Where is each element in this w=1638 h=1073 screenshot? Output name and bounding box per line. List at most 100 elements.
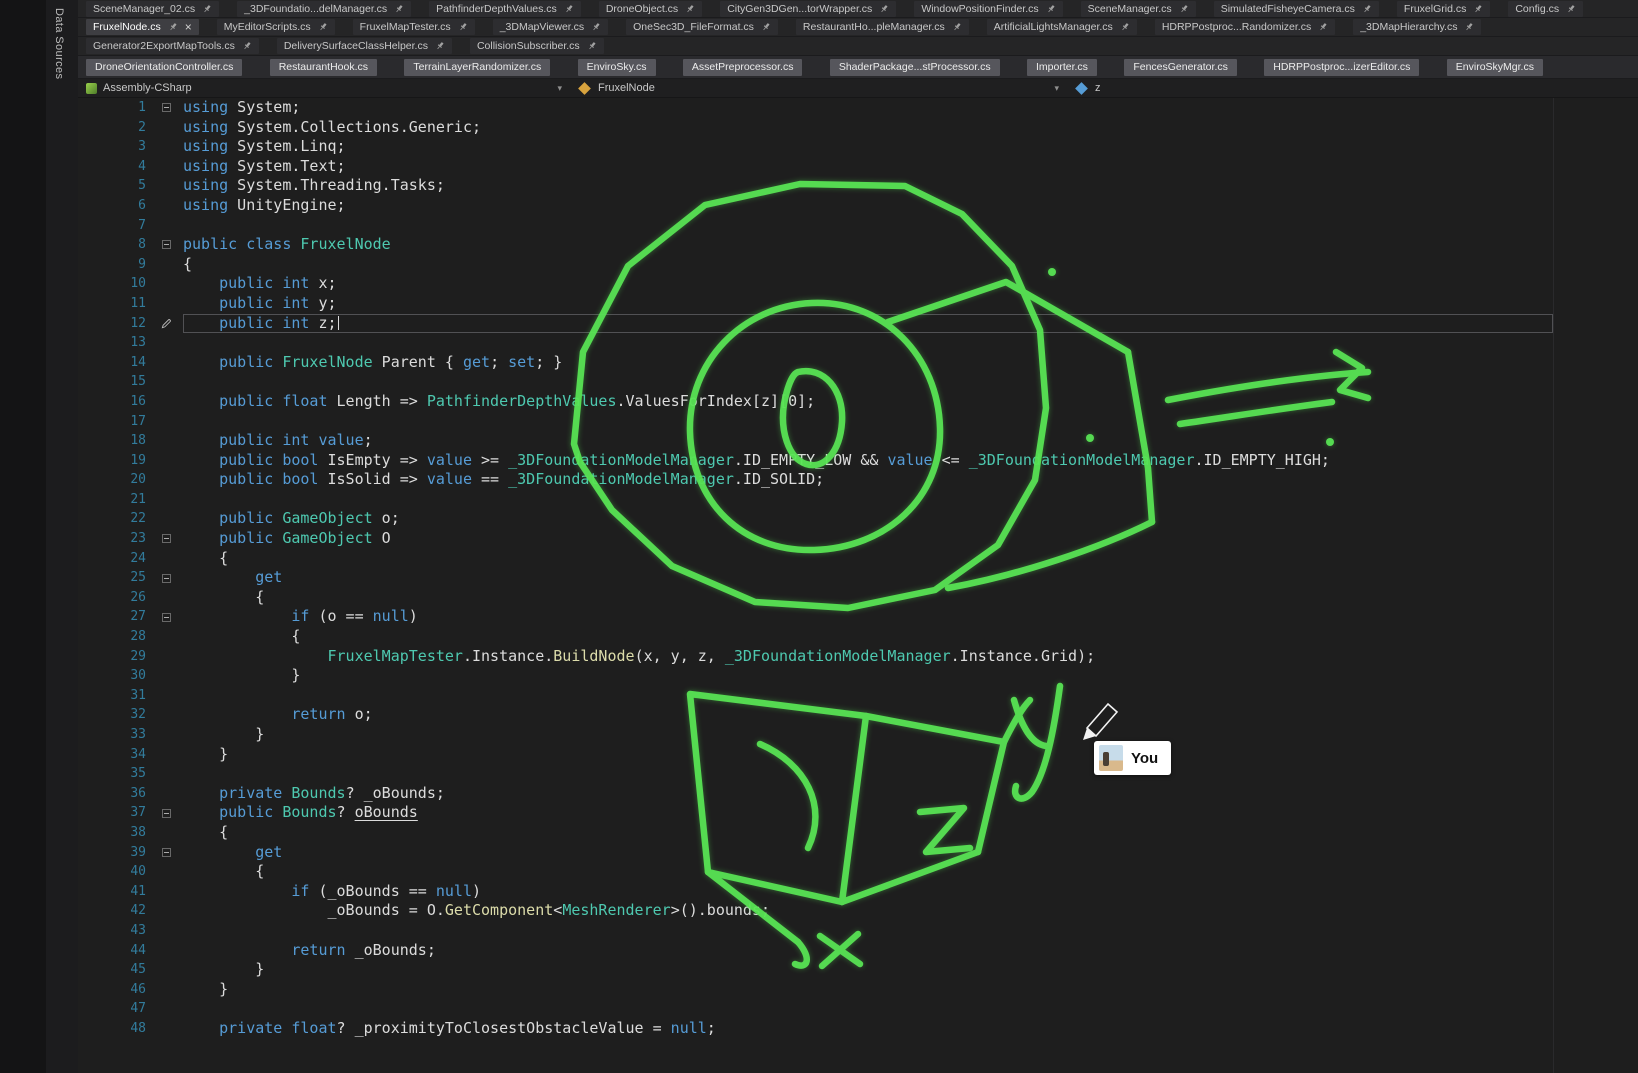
code-text[interactable]: [183, 372, 1553, 392]
code-text[interactable]: {: [183, 627, 1553, 647]
code-line-37[interactable]: 37 public Bounds? oBounds: [78, 803, 1553, 823]
tab-droneobject-cs[interactable]: DroneObject.cs: [599, 1, 702, 17]
code-text[interactable]: }: [183, 960, 1553, 980]
tool-tab-data-sources[interactable]: Data Sources: [50, 6, 68, 81]
tab-onesec3d-fileformat-cs[interactable]: OneSec3D_FileFormat.cs: [626, 19, 778, 35]
code-text[interactable]: public FruxelNode Parent { get; set; }: [183, 353, 1553, 373]
code-text[interactable]: private Bounds? _oBounds;: [183, 784, 1553, 804]
pin-icon[interactable]: [1464, 22, 1474, 32]
code-text[interactable]: }: [183, 725, 1553, 745]
tab-importer-cs[interactable]: Importer.cs: [1027, 59, 1097, 76]
tab-myeditorscripts-cs[interactable]: MyEditorScripts.cs: [217, 19, 335, 35]
code-line-5[interactable]: 5using System.Threading.Tasks;: [78, 176, 1553, 196]
tab-restaurantho-plemanager-cs[interactable]: RestaurantHo...pleManager.cs: [796, 19, 969, 35]
fold-collapse-icon[interactable]: [162, 613, 171, 622]
code-text[interactable]: using System.Threading.Tasks;: [183, 176, 1553, 196]
tab-3dfoundatio-delmanager-cs[interactable]: _3DFoundatio...delManager.cs: [237, 1, 411, 17]
code-line-22[interactable]: 22 public GameObject o;: [78, 509, 1553, 529]
tab-droneorientationcontroller-cs[interactable]: DroneOrientationController.cs: [86, 59, 242, 76]
code-line-39[interactable]: 39 get: [78, 843, 1553, 863]
code-text[interactable]: using System.Collections.Generic;: [183, 118, 1553, 138]
code-line-18[interactable]: 18 public int value;: [78, 431, 1553, 451]
code-line-26[interactable]: 26 {: [78, 588, 1553, 608]
code-line-41[interactable]: 41 if (_oBounds == null): [78, 882, 1553, 902]
code-text[interactable]: public int value;: [183, 431, 1553, 451]
pin-icon[interactable]: [1120, 22, 1130, 32]
tab-collisionsubscriber-cs[interactable]: CollisionSubscriber.cs: [470, 38, 604, 54]
tab-assetpreprocessor-cs[interactable]: AssetPreprocessor.cs: [683, 59, 803, 76]
code-text[interactable]: [183, 764, 1553, 784]
code-line-11[interactable]: 11 public int y;: [78, 294, 1553, 314]
code-line-10[interactable]: 10 public int x;: [78, 274, 1553, 294]
code-line-19[interactable]: 19 public bool IsEmpty => value >= _3DFo…: [78, 451, 1553, 471]
code-text[interactable]: public float Length => PathfinderDepthVa…: [183, 392, 1553, 412]
code-text[interactable]: using UnityEngine;: [183, 196, 1553, 216]
pin-icon[interactable]: [1473, 4, 1483, 14]
code-line-1[interactable]: 1using System;: [78, 98, 1553, 118]
fold-collapse-icon[interactable]: [162, 809, 171, 818]
tab-terrainlayerrandomizer-cs[interactable]: TerrainLayerRandomizer.cs: [404, 59, 550, 76]
tab-artificiallightsmanager-cs[interactable]: ArtificialLightsManager.cs: [987, 19, 1137, 35]
code-line-23[interactable]: 23 public GameObject O: [78, 529, 1553, 549]
code-text[interactable]: get: [183, 843, 1553, 863]
code-line-7[interactable]: 7: [78, 216, 1553, 236]
code-text[interactable]: [183, 686, 1553, 706]
pin-icon[interactable]: [318, 22, 328, 32]
code-line-46[interactable]: 46 }: [78, 980, 1553, 1000]
tab-fruxelnode-cs[interactable]: FruxelNode.cs×: [86, 19, 199, 35]
tab-fruxelgrid-cs[interactable]: FruxelGrid.cs: [1397, 1, 1490, 17]
code-line-25[interactable]: 25 get: [78, 568, 1553, 588]
code-text[interactable]: {: [183, 255, 1553, 275]
tab-3dmapviewer-cs[interactable]: _3DMapViewer.cs: [493, 19, 608, 35]
pin-icon[interactable]: [1566, 4, 1576, 14]
code-line-32[interactable]: 32 return o;: [78, 705, 1553, 725]
code-line-20[interactable]: 20 public bool IsSolid => value == _3DFo…: [78, 470, 1553, 490]
pin-icon[interactable]: [435, 41, 445, 51]
code-line-28[interactable]: 28 {: [78, 627, 1553, 647]
code-line-47[interactable]: 47: [78, 999, 1553, 1019]
code-text[interactable]: {: [183, 823, 1553, 843]
code-line-40[interactable]: 40 {: [78, 862, 1553, 882]
fold-collapse-icon[interactable]: [162, 534, 171, 543]
pin-icon[interactable]: [685, 4, 695, 14]
code-text[interactable]: public GameObject o;: [183, 509, 1553, 529]
code-text[interactable]: public Bounds? oBounds: [183, 803, 1553, 823]
code-line-31[interactable]: 31: [78, 686, 1553, 706]
code-text[interactable]: using System.Text;: [183, 157, 1553, 177]
pin-icon[interactable]: [1318, 22, 1328, 32]
code-line-14[interactable]: 14 public FruxelNode Parent { get; set; …: [78, 353, 1553, 373]
code-text[interactable]: if (o == null): [183, 607, 1553, 627]
code-line-17[interactable]: 17: [78, 412, 1553, 432]
fold-gutter[interactable]: [150, 529, 183, 549]
code-text[interactable]: }: [183, 666, 1553, 686]
code-text[interactable]: public int x;: [183, 274, 1553, 294]
fold-gutter[interactable]: [150, 607, 183, 627]
fold-gutter[interactable]: [150, 568, 183, 588]
close-icon[interactable]: ×: [185, 21, 192, 33]
code-line-15[interactable]: 15: [78, 372, 1553, 392]
code-text[interactable]: using System.Linq;: [183, 137, 1553, 157]
tab-scenemanager-cs[interactable]: SceneManager.cs: [1081, 1, 1196, 17]
code-text[interactable]: }: [183, 745, 1553, 765]
code-line-44[interactable]: 44 return _oBounds;: [78, 941, 1553, 961]
code-line-35[interactable]: 35: [78, 764, 1553, 784]
tab-hdrppostproc-izereditor-cs[interactable]: HDRPPostproc...izerEditor.cs: [1264, 59, 1419, 76]
code-line-38[interactable]: 38 {: [78, 823, 1553, 843]
tab-scenemanager-02-cs[interactable]: SceneManager_02.cs: [86, 1, 219, 17]
code-text[interactable]: public bool IsSolid => value == _3DFound…: [183, 470, 1553, 490]
scrollbar-area[interactable]: [1553, 98, 1638, 1073]
pin-icon[interactable]: [202, 4, 212, 14]
member-dropdown[interactable]: z: [1067, 79, 1638, 97]
code-text[interactable]: return _oBounds;: [183, 941, 1553, 961]
pin-icon[interactable]: [564, 4, 574, 14]
code-text[interactable]: {: [183, 549, 1553, 569]
code-line-8[interactable]: 8public class FruxelNode: [78, 235, 1553, 255]
code-text[interactable]: public GameObject O: [183, 529, 1553, 549]
code-text[interactable]: _oBounds = O.GetComponent<MeshRenderer>(…: [183, 901, 1553, 921]
code-line-16[interactable]: 16 public float Length => PathfinderDept…: [78, 392, 1553, 412]
code-line-12[interactable]: 12 public int z;: [78, 314, 1553, 334]
tab-restauranthook-cs[interactable]: RestaurantHook.cs: [270, 59, 377, 76]
code-line-43[interactable]: 43: [78, 921, 1553, 941]
tab-generator2exportmaptools-cs[interactable]: Generator2ExportMapTools.cs: [86, 38, 259, 54]
tab-pathfinderdepthvalues-cs[interactable]: PathfinderDepthValues.cs: [429, 1, 581, 17]
